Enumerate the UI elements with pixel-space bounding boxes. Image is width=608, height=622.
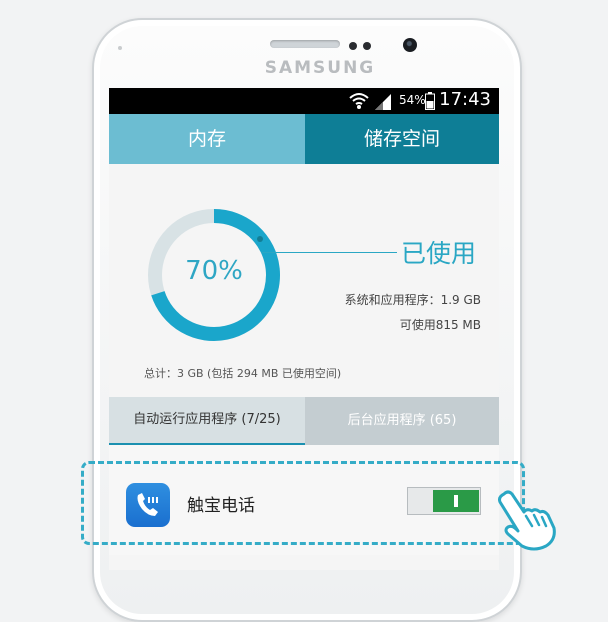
status-bar: 54% 17:43 bbox=[109, 88, 499, 114]
app-sub-tabs: 自动运行应用程序 (7/25) 后台应用程序 (65) bbox=[109, 397, 499, 445]
used-label: 已使用 bbox=[401, 239, 477, 268]
total-memory: 总计：3 GB (包括 294 MB 已使用空间) bbox=[144, 367, 342, 380]
donut-marker bbox=[257, 236, 263, 242]
used-connector-line bbox=[261, 252, 397, 253]
battery-percent: 54% bbox=[399, 93, 426, 107]
used-percent: 70% bbox=[185, 256, 243, 286]
pointing-hand-icon bbox=[498, 490, 556, 551]
earpiece-speaker bbox=[270, 40, 340, 48]
status-time: 17:43 bbox=[439, 89, 491, 110]
tab-memory[interactable]: 内存 bbox=[109, 114, 305, 164]
tab-background-apps[interactable]: 后台应用程序 (65) bbox=[305, 397, 499, 445]
sensor-dot-right bbox=[363, 42, 371, 50]
storage-tabs: 内存 储存空间 bbox=[109, 114, 499, 164]
sensor-dot bbox=[118, 46, 122, 50]
available-memory: 可使用815 MB bbox=[399, 318, 481, 332]
front-camera bbox=[403, 38, 417, 52]
battery-icon bbox=[425, 92, 435, 110]
wifi-icon bbox=[349, 93, 369, 109]
highlight-frame bbox=[81, 461, 525, 545]
tab-storage[interactable]: 储存空间 bbox=[305, 114, 499, 164]
system-apps-usage: 系统和应用程序：1.9 GB bbox=[344, 293, 481, 307]
sensor-dot-left bbox=[349, 42, 357, 50]
tab-autorun-apps[interactable]: 自动运行应用程序 (7/25) bbox=[109, 397, 305, 445]
brand-logo: SAMSUNG bbox=[264, 58, 376, 78]
signal-icon bbox=[375, 94, 391, 110]
